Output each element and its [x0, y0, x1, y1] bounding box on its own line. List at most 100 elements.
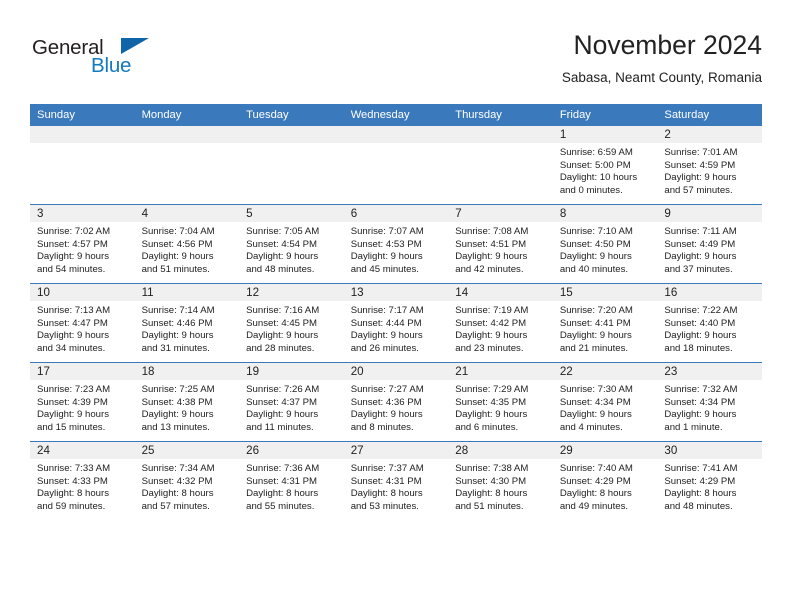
sunset-time: Sunset: 4:34 PM [664, 396, 736, 408]
daylight-duration-line-1: Daylight: 9 hours [350, 409, 423, 421]
day-details: Sunrise: 7:34 AM Sunset: 4:32 PM Daylight:… [135, 459, 240, 513]
day-details: Sunrise: 7:29 AM Sunset: 4:35 PM Daylight:… [448, 380, 553, 434]
day-number: 8 [552, 205, 658, 222]
sunrise-time: Sunrise: 7:22 AM [664, 305, 738, 316]
sunset-time: Sunset: 4:46 PM [141, 317, 213, 329]
weekday-header-saturday: Saturday [657, 104, 762, 126]
day-details: Sunrise: 7:38 AM Sunset: 4:30 PM Daylight:… [448, 459, 553, 513]
day-number: 19 [239, 363, 344, 380]
sunset-time: Sunset: 4:40 PM [664, 317, 736, 329]
calendar-day-cell[interactable]: 17 Sunrise: 7:23 AM Sunset: 4:39 PM Dayligh… [30, 362, 135, 442]
sunrise-time: Sunrise: 7:40 AM [559, 463, 633, 474]
day-number: 6 [343, 205, 449, 222]
sunset-time: Sunset: 4:32 PM [141, 475, 213, 487]
sunset-time: Sunset: 5:00 PM [559, 159, 631, 171]
calendar-day-cell[interactable]: 1 Sunrise: 6:59 AM Sunset: 5:00 PM Daylight… [552, 126, 658, 205]
daylight-duration-line-2: and 42 minutes. [455, 263, 524, 275]
day-details: Sunrise: 7:40 AM Sunset: 4:29 PM Daylight:… [553, 459, 658, 513]
day-number: 12 [239, 284, 344, 301]
day-details: Sunrise: 7:20 AM Sunset: 4:41 PM Daylight:… [553, 301, 658, 355]
sunrise-time: Sunrise: 7:41 AM [664, 463, 738, 474]
daylight-duration-line-1: Daylight: 8 hours [37, 488, 109, 500]
calendar-day-cell[interactable]: 12 Sunrise: 7:16 AM Sunset: 4:45 PM Dayligh… [239, 283, 344, 363]
day-details: Sunrise: 7:26 AM Sunset: 4:37 PM Daylight:… [239, 380, 344, 434]
calendar-day-cell[interactable]: 23 Sunrise: 7:32 AM Sunset: 4:34 PM Dayligh… [657, 362, 762, 442]
calendar-day-cell[interactable]: 24 Sunrise: 7:33 AM Sunset: 4:33 PM Dayligh… [30, 441, 135, 520]
day-details: Sunrise: 7:30 AM Sunset: 4:34 PM Daylight:… [553, 380, 658, 434]
calendar-day-cell-empty [239, 126, 344, 205]
daylight-duration-line-2: and 34 minutes. [37, 342, 106, 354]
daylight-duration-line-1: Daylight: 9 hours [37, 409, 109, 421]
sunrise-time: Sunrise: 7:08 AM [455, 226, 529, 237]
day-details: Sunrise: 7:19 AM Sunset: 4:42 PM Daylight:… [448, 301, 553, 355]
daylight-duration-line-2: and 8 minutes. [350, 421, 414, 433]
daylight-duration-line-1: Daylight: 9 hours [246, 251, 319, 263]
weekday-header-thursday: Thursday [448, 104, 553, 126]
daylight-duration-line-1: Daylight: 9 hours [559, 409, 632, 421]
day-number: 22 [552, 363, 658, 380]
day-details: Sunrise: 7:33 AM Sunset: 4:33 PM Daylight:… [30, 459, 135, 513]
calendar-day-cell[interactable]: 30 Sunrise: 7:41 AM Sunset: 4:29 PM Dayligh… [657, 441, 762, 520]
sunset-time: Sunset: 4:34 PM [559, 396, 631, 408]
calendar-day-cell[interactable]: 13 Sunrise: 7:17 AM Sunset: 4:44 PM Dayligh… [343, 283, 449, 363]
daylight-duration-line-2: and 45 minutes. [350, 263, 419, 275]
calendar-day-cell[interactable]: 6 Sunrise: 7:07 AM Sunset: 4:53 PM Daylight… [343, 204, 449, 284]
daylight-duration-line-1: Daylight: 9 hours [664, 172, 737, 184]
sunrise-time: Sunrise: 7:32 AM [664, 384, 738, 395]
title-block: November 2024 Sabasa, Neamt County, Roma… [562, 28, 762, 88]
calendar-day-cell[interactable]: 16 Sunrise: 7:22 AM Sunset: 4:40 PM Dayligh… [657, 283, 762, 363]
calendar-day-cell[interactable]: 25 Sunrise: 7:34 AM Sunset: 4:32 PM Dayligh… [134, 441, 240, 520]
day-number: 24 [30, 442, 135, 459]
calendar-day-cell-empty [343, 126, 449, 205]
daylight-duration-line-1: Daylight: 8 hours [350, 488, 423, 500]
calendar-day-cell[interactable]: 4 Sunrise: 7:04 AM Sunset: 4:56 PM Daylight… [134, 204, 240, 284]
calendar-day-cell[interactable]: 28 Sunrise: 7:38 AM Sunset: 4:30 PM Dayligh… [448, 441, 553, 520]
calendar-day-cell[interactable]: 14 Sunrise: 7:19 AM Sunset: 4:42 PM Dayligh… [448, 283, 553, 363]
calendar-day-cell[interactable]: 18 Sunrise: 7:25 AM Sunset: 4:38 PM Dayligh… [134, 362, 240, 442]
day-number [239, 126, 344, 143]
sunrise-time: Sunrise: 7:34 AM [141, 463, 215, 474]
day-number: 10 [30, 284, 135, 301]
sunset-time: Sunset: 4:56 PM [141, 238, 213, 250]
calendar-day-cell-empty [448, 126, 553, 205]
calendar-day-cell[interactable]: 29 Sunrise: 7:40 AM Sunset: 4:29 PM Dayligh… [552, 441, 658, 520]
calendar-day-cell[interactable]: 2 Sunrise: 7:01 AM Sunset: 4:59 PM Daylight… [657, 126, 762, 205]
calendar-day-cell[interactable]: 7 Sunrise: 7:08 AM Sunset: 4:51 PM Daylight… [448, 204, 553, 284]
calendar-day-cell[interactable]: 19 Sunrise: 7:26 AM Sunset: 4:37 PM Dayligh… [239, 362, 344, 442]
calendar-week-row: 24 Sunrise: 7:33 AM Sunset: 4:33 PM Dayligh… [30, 441, 762, 520]
sunrise-time: Sunrise: 7:25 AM [141, 384, 215, 395]
daylight-duration-line-2: and 0 minutes. [559, 184, 623, 196]
calendar-day-cell[interactable]: 10 Sunrise: 7:13 AM Sunset: 4:47 PM Dayligh… [30, 283, 135, 363]
daylight-duration-line-2: and 18 minutes. [664, 342, 733, 354]
daylight-duration-line-1: Daylight: 9 hours [559, 330, 632, 342]
calendar-day-cell[interactable]: 3 Sunrise: 7:02 AM Sunset: 4:57 PM Daylight… [30, 204, 135, 284]
calendar-day-cell[interactable]: 5 Sunrise: 7:05 AM Sunset: 4:54 PM Daylight… [239, 204, 344, 284]
daylight-duration-line-2: and 1 minute. [664, 421, 723, 433]
page-subtitle: Sabasa, Neamt County, Romania [561, 70, 762, 85]
calendar-day-cell[interactable]: 9 Sunrise: 7:11 AM Sunset: 4:49 PM Daylight… [657, 204, 762, 284]
sunset-time: Sunset: 4:45 PM [246, 317, 318, 329]
day-number: 2 [657, 126, 762, 143]
sunrise-time: Sunrise: 7:38 AM [455, 463, 529, 474]
calendar-day-cell[interactable]: 11 Sunrise: 7:14 AM Sunset: 4:46 PM Dayligh… [134, 283, 240, 363]
day-number: 25 [134, 442, 240, 459]
calendar-day-cell[interactable]: 20 Sunrise: 7:27 AM Sunset: 4:36 PM Dayligh… [343, 362, 449, 442]
sunrise-time: Sunrise: 7:10 AM [559, 226, 633, 237]
calendar-day-cell[interactable]: 22 Sunrise: 7:30 AM Sunset: 4:34 PM Dayligh… [552, 362, 658, 442]
calendar-day-cell[interactable]: 21 Sunrise: 7:29 AM Sunset: 4:35 PM Dayligh… [448, 362, 553, 442]
calendar-day-cell[interactable]: 26 Sunrise: 7:36 AM Sunset: 4:31 PM Dayligh… [239, 441, 344, 520]
sunset-time: Sunset: 4:49 PM [664, 238, 736, 250]
daylight-duration-line-1: Daylight: 8 hours [559, 488, 632, 500]
general-blue-logo[interactable]: General Blue [32, 36, 212, 82]
sunrise-time: Sunrise: 7:17 AM [350, 305, 424, 316]
daylight-duration-line-1: Daylight: 9 hours [455, 409, 528, 421]
calendar-day-cell[interactable]: 15 Sunrise: 7:20 AM Sunset: 4:41 PM Dayligh… [552, 283, 658, 363]
day-number: 18 [134, 363, 240, 380]
calendar-day-cell[interactable]: 27 Sunrise: 7:37 AM Sunset: 4:31 PM Dayligh… [343, 441, 449, 520]
daylight-duration-line-2: and 48 minutes. [664, 500, 733, 512]
day-number [448, 126, 553, 143]
sunset-time: Sunset: 4:57 PM [37, 238, 108, 250]
calendar-day-cell[interactable]: 8 Sunrise: 7:10 AM Sunset: 4:50 PM Daylight… [552, 204, 658, 284]
day-details: Sunrise: 7:04 AM Sunset: 4:56 PM Daylight:… [135, 222, 240, 276]
sunrise-time: Sunrise: 7:27 AM [350, 384, 424, 395]
